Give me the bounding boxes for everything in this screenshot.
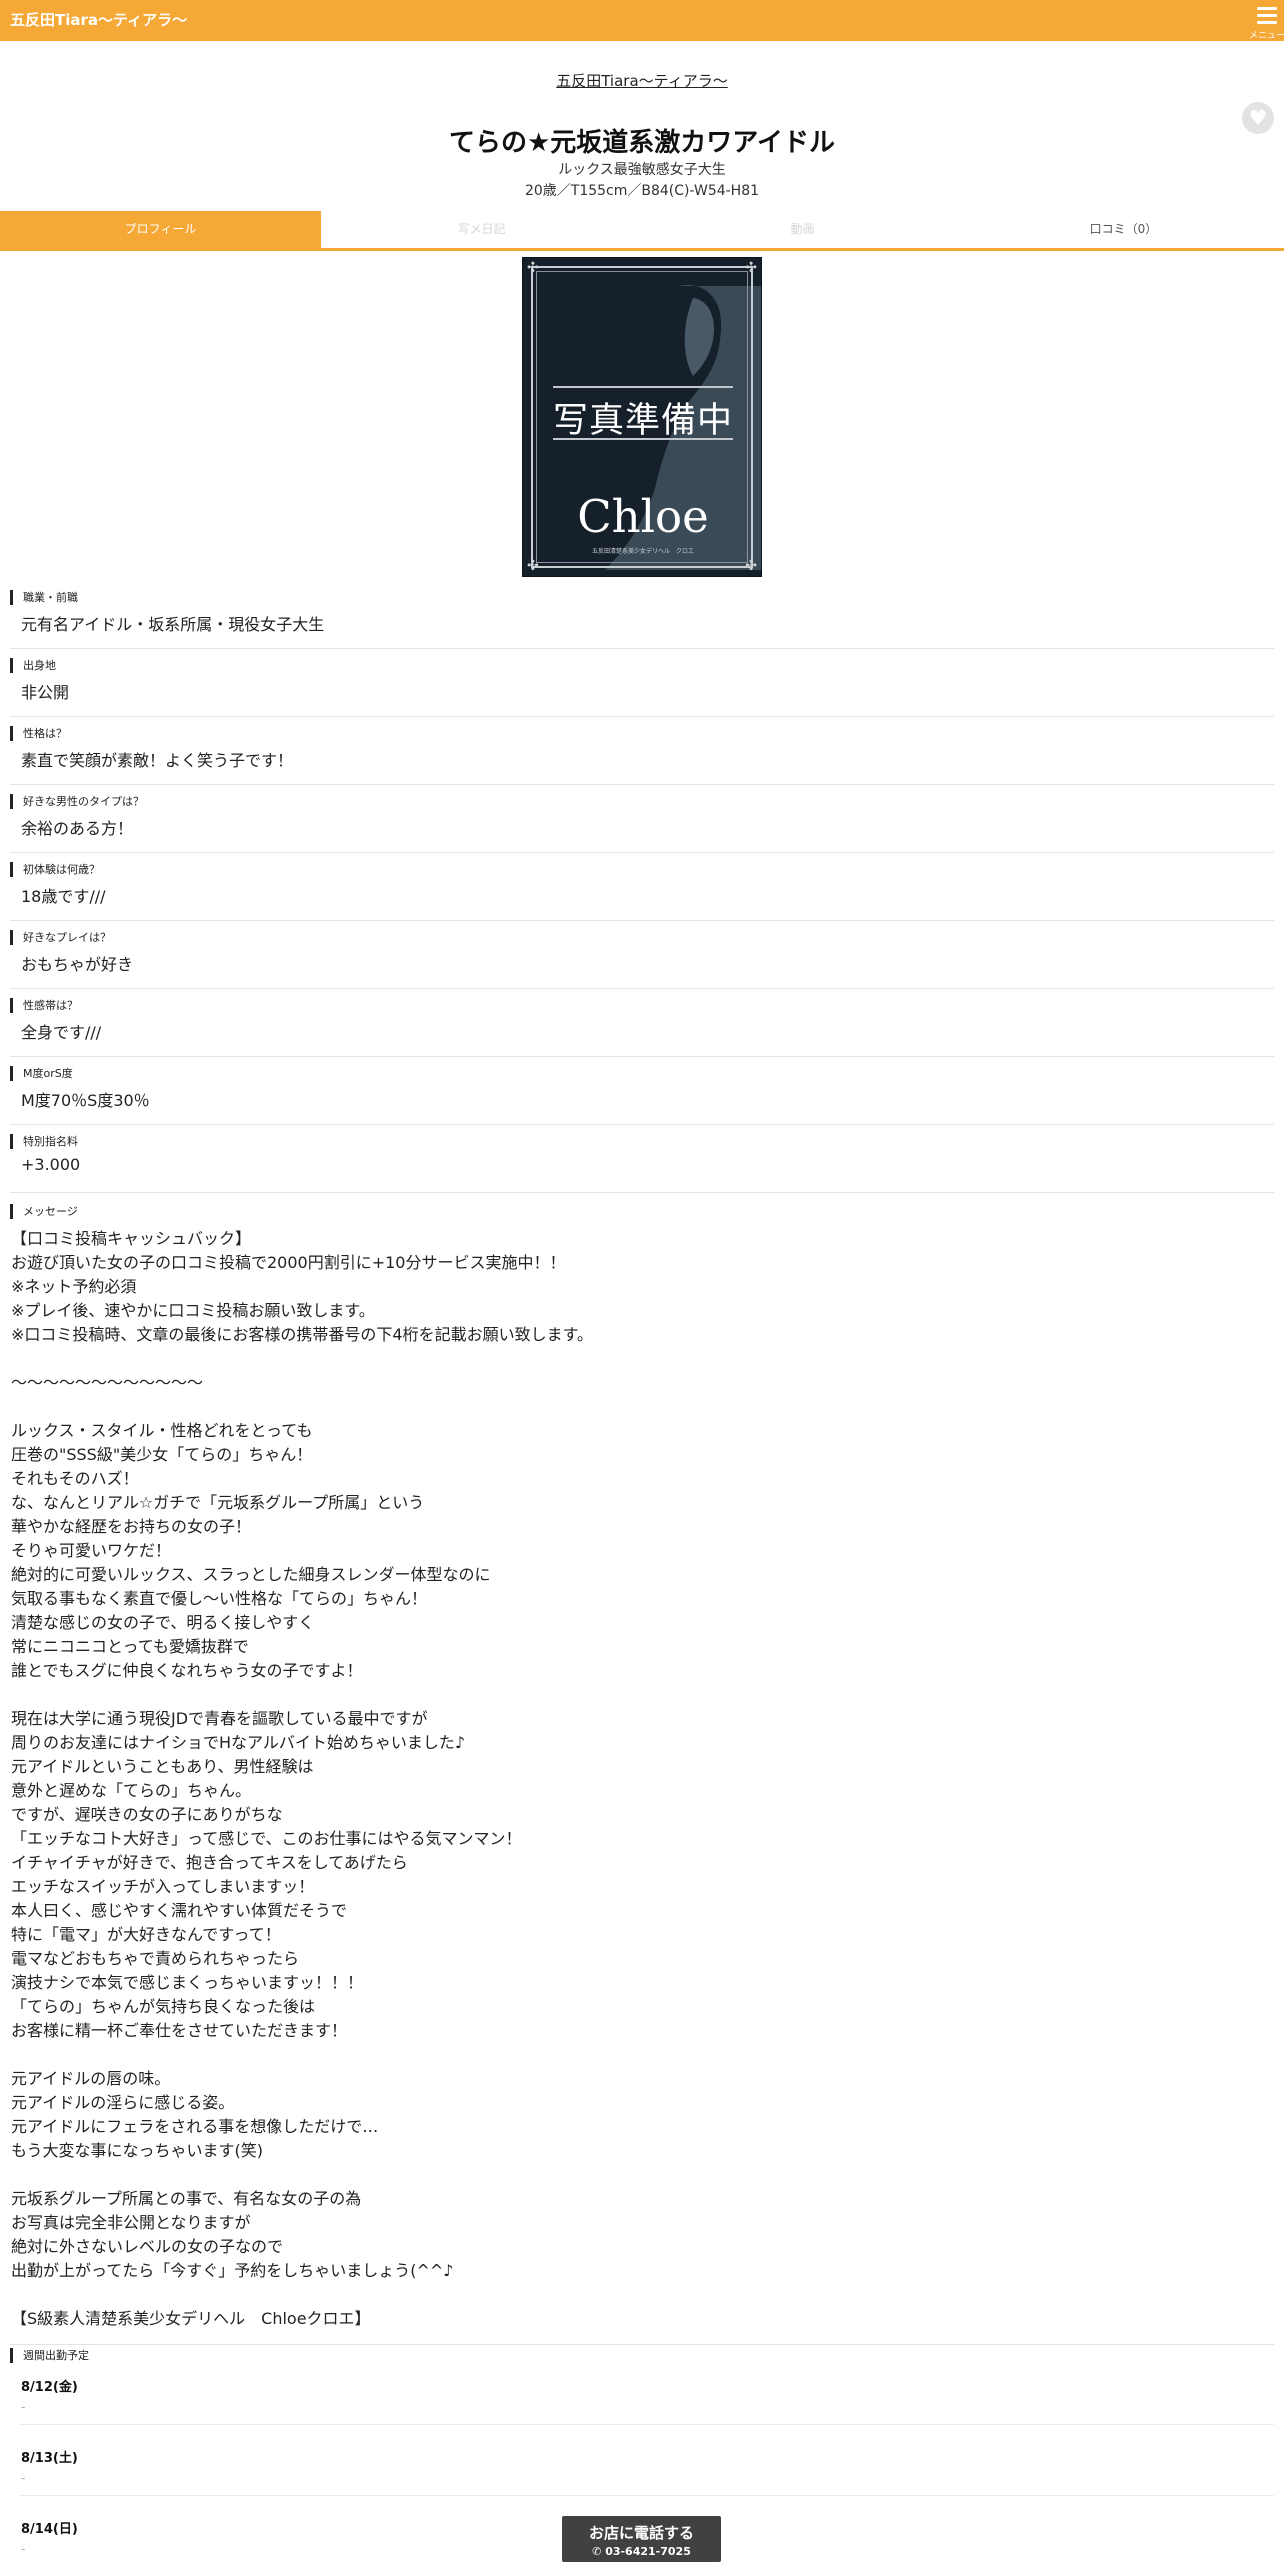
schedule-day: 8/13(土) - (21, 2447, 1274, 2496)
schedule-date: 8/13(土) (21, 2451, 78, 2466)
ornament-line (553, 386, 733, 388)
tab-video: 動画 (642, 211, 963, 248)
girl-name: てらの★元坂道系激カワアイドル (448, 128, 835, 158)
menu-button[interactable]: メニュー (1248, 0, 1284, 41)
schedule-date: 8/12(金) (21, 2380, 78, 2395)
field-value: 元有名アイドル・坂系所属・現役女子大生 (21, 615, 325, 634)
field-label: 職業・前職 (10, 590, 78, 605)
message-text: 【口コミ投稿キャッシュバック】 お遊び頂いた女の子の口コミ投稿で2000円割引に… (11, 1229, 593, 2328)
call-shop-button[interactable]: お店に電話する ✆ 03-6421-7025 (562, 2516, 721, 2562)
body-specs: 20歳／T155cm／B84(C)-W54-H81 (524, 183, 760, 199)
field-birthplace: 出身地 非公開 (10, 649, 1274, 717)
message-label: メッセージ (10, 1204, 78, 1219)
field-value: 18歳です/// (21, 887, 106, 906)
field-label: 性感帯は？ (10, 998, 78, 1013)
field-first-experience: 初体験は何歳？ 18歳です/// (10, 853, 1274, 921)
field-erogenous-zone: 性感帯は？ 全身です/// (10, 989, 1274, 1057)
schedule-time: - (21, 2400, 26, 2414)
ornament-icon: ✣ (527, 558, 539, 574)
chloe-logo-sub: 五反田清楚系美少女デリヘル クロエ (591, 548, 694, 555)
divider (21, 2495, 1274, 2496)
schedule-label: 週間出勤予定 (10, 2348, 89, 2363)
site-brand[interactable]: 五反田Tiara～ティアラ～ (10, 0, 187, 41)
photo-placeholder-text: 写真準備中 (552, 401, 733, 441)
ornament-line (553, 438, 733, 440)
menu-label: メニュー (1248, 31, 1284, 41)
profile-tabs: プロフィール 写メ日記 動画 口コミ（0） (0, 211, 1284, 251)
tab-profile[interactable]: プロフィール (0, 211, 321, 248)
field-label: 特別指名料 (10, 1134, 78, 1149)
ornament-icon: ✣ (745, 558, 757, 574)
field-value: 余裕のある方！ (21, 819, 134, 838)
field-value: +3.000 (21, 1155, 81, 1174)
field-favorite-type: 好きな男性のタイプは？ 余裕のある方！ (10, 785, 1274, 853)
call-label: お店に電話する (588, 2524, 694, 2542)
catchcopy: ルックス最強敏感女子大生 (558, 162, 726, 178)
ornament-icon: ✣ (527, 260, 539, 276)
field-label: 性格は？ (10, 726, 67, 741)
hamburger-icon-bar (1257, 21, 1277, 24)
profile-photo[interactable]: ✣ ✣ ✣ ✣ 写真準備中 Chloe 五反田清楚系美少女デリヘル クロエ (522, 257, 762, 577)
chloe-logo: Chloe (577, 490, 709, 543)
call-tel-line: ✆ 03-6421-7025 (562, 2545, 721, 2558)
hamburger-icon (1257, 7, 1277, 10)
field-label: 初体験は何歳？ (10, 862, 100, 877)
header-bar: 五反田Tiara～ティアラ～ メニュー (0, 0, 1284, 41)
hamburger-icon-bar (1257, 14, 1277, 17)
divider (21, 2424, 1274, 2425)
call-tel: 03-6421-7025 (605, 2545, 691, 2558)
tab-photo-diary: 写メ日記 (321, 211, 642, 248)
shop-name-link-wrap: 五反田Tiara～ティアラ～ (0, 70, 1284, 91)
ornament-icon: ✣ (745, 260, 757, 276)
schedule-day: 8/12(金) - (21, 2376, 1274, 2425)
field-label: 出身地 (10, 658, 56, 673)
tab-reviews[interactable]: 口コミ（0） (963, 211, 1284, 248)
schedule-time: - (21, 2471, 26, 2485)
field-label: M度orS度 (10, 1066, 73, 1081)
field-favorite-play: 好きなプレイは？ おもちゃが好き (10, 921, 1274, 989)
field-value: 全身です/// (21, 1023, 102, 1042)
field-value: おもちゃが好き (21, 955, 134, 974)
field-nomination-fee: 特別指名料 +3.000 (10, 1125, 1274, 1193)
field-m-or-s: M度orS度 M度70％S度30％ (10, 1057, 1274, 1125)
field-personality: 性格は？ 素直で笑顔が素敵！よく笑う子です！ (10, 717, 1274, 785)
field-occupation: 職業・前職 元有名アイドル・坂系所属・現役女子大生 (10, 581, 1274, 649)
phone-icon: ✆ (592, 2545, 606, 2558)
shop-name-link[interactable]: 五反田Tiara～ティアラ～ (556, 72, 728, 90)
field-value: M度70％S度30％ (21, 1091, 150, 1110)
field-value: 素直で笑顔が素敵！よく笑う子です！ (21, 751, 294, 770)
field-label: 好きな男性のタイプは？ (10, 794, 144, 809)
field-value: 非公開 (21, 683, 70, 702)
field-label: 好きなプレイは？ (10, 930, 111, 945)
